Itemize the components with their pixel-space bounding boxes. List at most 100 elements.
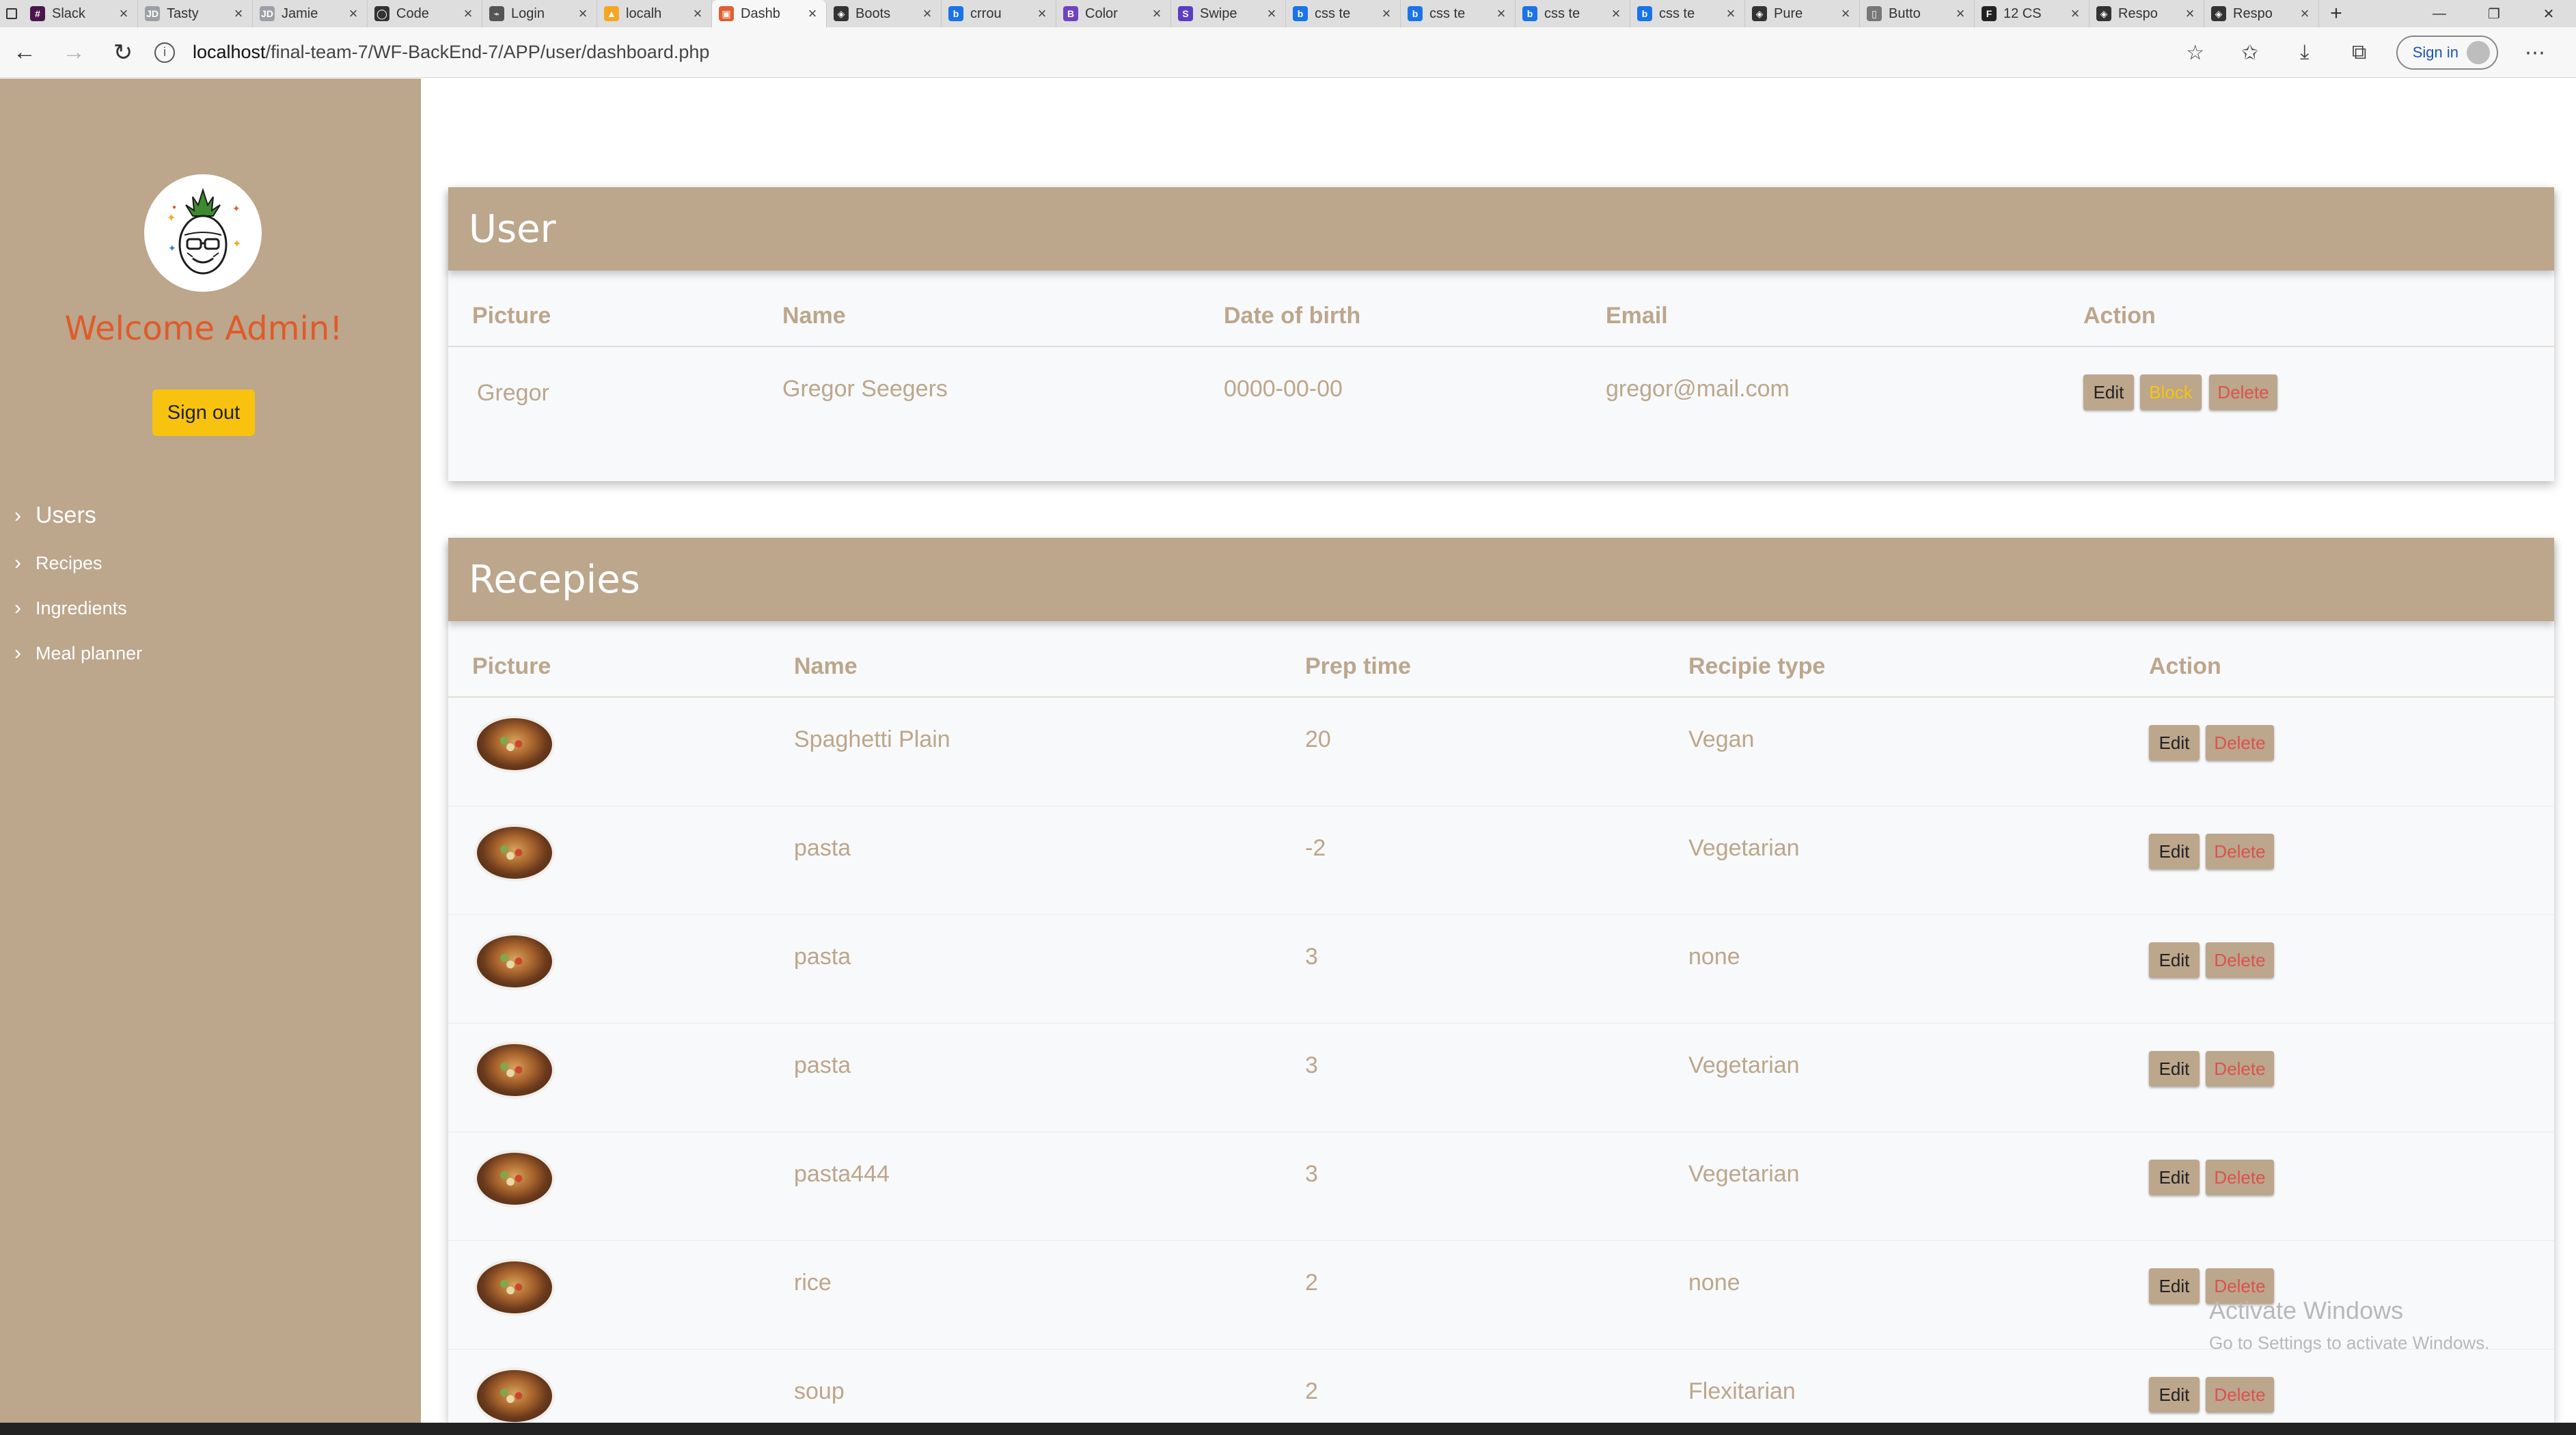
collections-icon[interactable]: ⧉ <box>2332 41 2387 64</box>
tab-title: Respo <box>2233 5 2273 21</box>
browser-tab[interactable]: JD Jamie × <box>253 0 368 27</box>
browser-tab[interactable]: b css te × <box>1286 0 1401 27</box>
chevron-right-icon: › <box>14 504 21 527</box>
sign-in-button[interactable]: Sign in <box>2396 36 2498 70</box>
browser-tab-strip: # Slack × JD Tasty × JD Jamie × ◯ Code × ⌁ Login × ▲ loc… <box>0 0 2576 27</box>
close-tab-icon[interactable]: × <box>232 5 245 23</box>
block-button[interactable]: Block <box>2140 374 2202 410</box>
site-info-icon[interactable]: i <box>154 42 175 63</box>
tab-title: Login <box>511 5 545 21</box>
tab-favicon-icon: ⌁ <box>489 6 504 21</box>
delete-button[interactable]: Delete <box>2206 834 2274 869</box>
browser-tab[interactable]: b css te × <box>1401 0 1516 27</box>
close-tab-icon[interactable]: × <box>1494 5 1508 23</box>
close-tab-icon[interactable]: × <box>1839 5 1852 23</box>
close-tab-icon[interactable]: × <box>2183 5 2197 23</box>
browser-tab[interactable]: ◯ Code × <box>368 0 482 27</box>
delete-button[interactable]: Delete <box>2206 725 2274 761</box>
add-favorite-star-icon[interactable]: ☆ <box>2168 41 2223 65</box>
user-name: Gregor Seegers <box>782 376 948 402</box>
browser-tab[interactable]: b css te × <box>1630 0 1745 27</box>
recipe-name: pasta <box>794 835 851 861</box>
tab-favicon-icon: b <box>1293 6 1308 21</box>
sign-out-button[interactable]: Sign out <box>152 390 255 436</box>
edit-button[interactable]: Edit <box>2149 1377 2200 1412</box>
close-window-icon[interactable]: ✕ <box>2521 0 2576 27</box>
recipe-type: none <box>1688 944 1740 970</box>
close-tab-icon[interactable]: × <box>1265 5 1278 23</box>
toolbar-right: ☆ ✩ ⤓ ⧉ Sign in ⋯ <box>2168 27 2562 78</box>
close-tab-icon[interactable]: × <box>461 5 475 23</box>
tab-title: Boots <box>855 5 891 21</box>
edit-button[interactable]: Edit <box>2149 1051 2200 1086</box>
url-field[interactable]: i localhost/final-team-7/WF-BackEnd-7/AP… <box>154 42 709 63</box>
back-arrow-icon[interactable]: ← <box>0 27 49 78</box>
favorites-icon[interactable]: ✩ <box>2223 41 2277 65</box>
close-tab-icon[interactable]: × <box>691 5 704 23</box>
edit-button[interactable]: Edit <box>2149 942 2200 978</box>
forward-arrow-icon[interactable]: → <box>49 27 98 78</box>
minimize-icon[interactable]: — <box>2412 0 2467 27</box>
browser-tab[interactable]: JD Tasty × <box>138 0 253 27</box>
col-header-picture: Picture <box>472 303 551 329</box>
browser-tab[interactable]: ◈ Boots × <box>827 0 942 27</box>
recipe-picture <box>477 1261 552 1313</box>
close-tab-icon[interactable]: × <box>117 5 131 23</box>
browser-tab[interactable]: # Slack × <box>23 0 138 27</box>
sidebar-item-users[interactable]: › Users <box>0 502 96 529</box>
browser-tab[interactable]: ▲ localh × <box>597 0 712 27</box>
downloads-icon[interactable]: ⤓ <box>2277 41 2332 64</box>
browser-tab[interactable]: ▯ Butto × <box>1860 0 1975 27</box>
close-tab-icon[interactable]: × <box>1609 5 1623 23</box>
close-tab-icon[interactable]: × <box>2068 5 2082 23</box>
close-tab-icon[interactable]: × <box>1380 5 1393 23</box>
browser-tab[interactable]: ◈ Respo × <box>2204 0 2319 27</box>
close-tab-icon[interactable]: × <box>1035 5 1049 23</box>
close-tab-icon[interactable]: × <box>920 5 934 23</box>
user-table: Picture Name Date of birth Email Action … <box>448 271 2554 551</box>
browser-tab[interactable]: ▣ Dashb × <box>712 0 827 27</box>
close-tab-icon[interactable]: × <box>2298 5 2312 23</box>
browser-tab[interactable]: b css te × <box>1516 0 1630 27</box>
close-tab-icon[interactable]: × <box>1150 5 1164 23</box>
edit-button[interactable]: Edit <box>2083 374 2134 410</box>
sidebar-item-meal-planner[interactable]: › Meal planner <box>0 642 142 665</box>
sidebar-item-label: Recipes <box>36 552 102 573</box>
close-tab-icon[interactable]: × <box>806 5 819 23</box>
close-tab-icon[interactable]: × <box>346 5 360 23</box>
reload-icon[interactable]: ↻ <box>98 27 148 78</box>
browser-tab[interactable]: B Color × <box>1056 0 1171 27</box>
browser-tab[interactable]: b crrou × <box>942 0 1056 27</box>
delete-button[interactable]: Delete <box>2206 942 2274 978</box>
taskbar <box>0 1423 2576 1435</box>
window-menu-icon[interactable] <box>0 0 23 27</box>
tab-title: css te <box>1315 5 1351 21</box>
sidebar-item-recipes[interactable]: › Recipes <box>0 551 102 575</box>
delete-button[interactable]: Delete <box>2206 1377 2274 1412</box>
more-menu-icon[interactable]: ⋯ <box>2508 41 2562 65</box>
tab-title: Code <box>396 5 429 21</box>
browser-tab[interactable]: ◈ Respo × <box>2089 0 2204 27</box>
browser-tab[interactable]: F 12 CS × <box>1975 0 2089 27</box>
browser-tab[interactable]: ⌁ Login × <box>482 0 597 27</box>
col-header-action: Action <box>2149 653 2221 679</box>
browser-tab[interactable]: S Swipe × <box>1171 0 1286 27</box>
edit-button[interactable]: Edit <box>2149 1268 2200 1304</box>
recipe-picture <box>477 1153 552 1205</box>
browser-tab[interactable]: ◈ Pure × <box>1745 0 1860 27</box>
edit-button[interactable]: Edit <box>2149 1160 2200 1195</box>
tab-title: Pure <box>1774 5 1803 21</box>
delete-button[interactable]: Delete <box>2209 374 2277 410</box>
tab-title: Color <box>1085 5 1118 21</box>
new-tab-plus-icon[interactable]: + <box>2319 0 2353 27</box>
sidebar-item-ingredients[interactable]: › Ingredients <box>0 597 127 620</box>
restore-icon[interactable]: ❐ <box>2467 0 2521 27</box>
edit-button[interactable]: Edit <box>2149 834 2200 869</box>
close-tab-icon[interactable]: × <box>1724 5 1738 23</box>
close-tab-icon[interactable]: × <box>1954 5 1967 23</box>
edit-button[interactable]: Edit <box>2149 725 2200 761</box>
chevron-right-icon: › <box>14 597 21 619</box>
close-tab-icon[interactable]: × <box>576 5 590 23</box>
delete-button[interactable]: Delete <box>2206 1051 2274 1086</box>
delete-button[interactable]: Delete <box>2206 1160 2274 1195</box>
